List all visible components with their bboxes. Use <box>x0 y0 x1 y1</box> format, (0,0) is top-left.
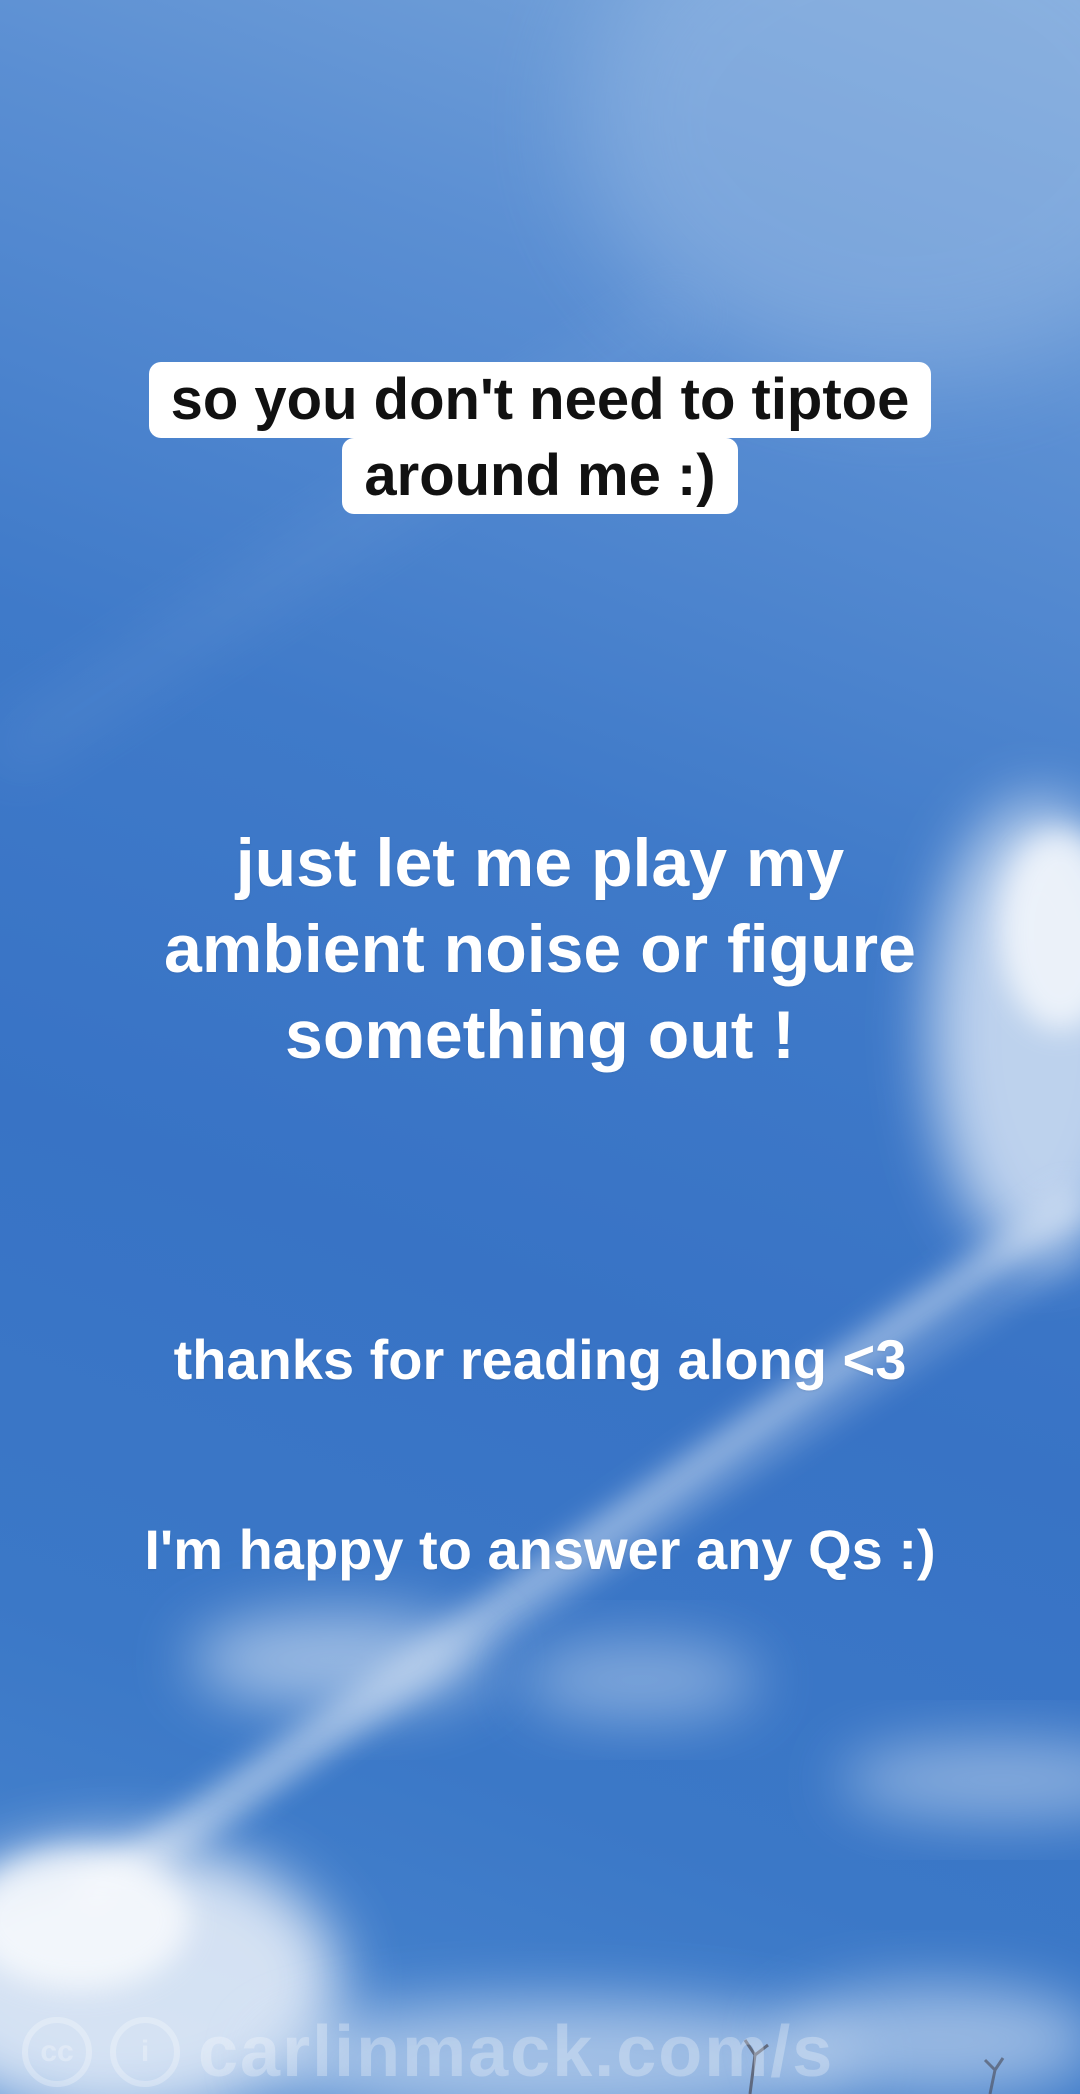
watermark: cc i carlinmack.com/s <box>22 2012 1072 2092</box>
caption-thanks: thanks for reading along <3 <box>173 1328 907 1391</box>
caption-questions: I'm happy to answer any Qs :) <box>144 1518 936 1581</box>
caption-ambient-line-1: just let me play my <box>235 825 845 901</box>
creative-commons-icon: cc <box>22 2017 92 2087</box>
caption-tiptoe-line-2: around me :) <box>342 438 738 514</box>
watermark-text: carlinmack.com/s <box>198 2012 835 2092</box>
caption-tiptoe: so you don't need to tiptoe around me :) <box>0 362 1080 514</box>
caption-ambient-line-3: something out ! <box>285 997 795 1073</box>
story-background: so you don't need to tiptoe around me :)… <box>0 0 1080 2094</box>
caption-tiptoe-line-1: so you don't need to tiptoe <box>148 362 932 438</box>
caption-ambient-line-2: ambient noise or figure <box>164 911 916 987</box>
caption-ambient-noise: just let me play my ambient noise or fig… <box>0 820 1080 1078</box>
attribution-icon: i <box>110 2017 180 2087</box>
